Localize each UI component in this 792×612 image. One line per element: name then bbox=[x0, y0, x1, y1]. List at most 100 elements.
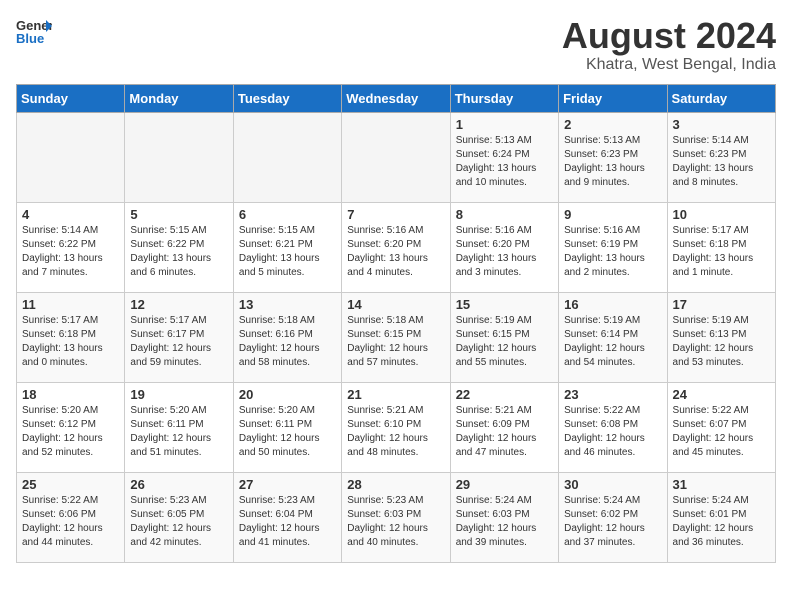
day-detail: Sunrise: 5:17 AM Sunset: 6:18 PM Dayligh… bbox=[673, 224, 770, 280]
day-detail: Sunrise: 5:19 AM Sunset: 6:14 PM Dayligh… bbox=[564, 314, 661, 370]
calendar-cell: 20Sunrise: 5:20 AM Sunset: 6:11 PM Dayli… bbox=[233, 382, 341, 472]
day-number: 28 bbox=[347, 477, 444, 492]
calendar-cell: 9 Sunrise: 5:16 AM Sunset: 6:19 PM Daylig… bbox=[559, 202, 667, 292]
day-number: 4 bbox=[22, 207, 119, 222]
calendar-cell: 19 Sunrise: 5:20 AM Sunset: 6:11 PM Dayli… bbox=[125, 382, 233, 472]
day-detail: Sunrise: 5:19 AM Sunset: 6:13 PM Dayligh… bbox=[673, 314, 770, 370]
day-detail: Sunrise: 5:17 AM Sunset: 6:18 PM Dayligh… bbox=[22, 314, 119, 370]
day-number: 12 bbox=[130, 297, 227, 312]
calendar-cell: 16 Sunrise: 5:19 AM Sunset: 6:14 PM Dayli… bbox=[559, 292, 667, 382]
day-number: 17 bbox=[673, 297, 770, 312]
day-detail: Sunrise: 5:23 AM Sunset: 6:05 PM Dayligh… bbox=[130, 494, 227, 550]
calendar-cell: 30 Sunrise: 5:24 AM Sunset: 6:02 PM Dayli… bbox=[559, 472, 667, 562]
day-number: 2 bbox=[564, 117, 661, 132]
calendar-week-row: 1 Sunrise: 5:13 AM Sunset: 6:24 PM Daylig… bbox=[17, 112, 776, 202]
day-number: 20 bbox=[239, 387, 336, 402]
day-number: 5 bbox=[130, 207, 227, 222]
column-header-thursday: Thursday bbox=[450, 84, 558, 112]
calendar-cell bbox=[17, 112, 125, 202]
logo: General Blue bbox=[16, 16, 52, 46]
day-number: 1 bbox=[456, 117, 553, 132]
day-detail: Sunrise: 5:23 AM Sunset: 6:03 PM Dayligh… bbox=[347, 494, 444, 550]
day-number: 7 bbox=[347, 207, 444, 222]
column-header-monday: Monday bbox=[125, 84, 233, 112]
page-header: General Blue August 2024 Khatra, West Be… bbox=[16, 16, 776, 74]
column-header-sunday: Sunday bbox=[17, 84, 125, 112]
calendar-cell: 29Sunrise: 5:24 AM Sunset: 6:03 PM Dayli… bbox=[450, 472, 558, 562]
calendar-cell: 23 Sunrise: 5:22 AM Sunset: 6:08 PM Dayli… bbox=[559, 382, 667, 472]
day-number: 15 bbox=[456, 297, 553, 312]
day-number: 9 bbox=[564, 207, 661, 222]
day-number: 11 bbox=[22, 297, 119, 312]
calendar-cell: 12 Sunrise: 5:17 AM Sunset: 6:17 PM Dayli… bbox=[125, 292, 233, 382]
calendar-cell: 5 Sunrise: 5:15 AM Sunset: 6:22 PM Daylig… bbox=[125, 202, 233, 292]
day-detail: Sunrise: 5:18 AM Sunset: 6:15 PM Dayligh… bbox=[347, 314, 444, 370]
day-detail: Sunrise: 5:15 AM Sunset: 6:22 PM Dayligh… bbox=[130, 224, 227, 280]
day-number: 8 bbox=[456, 207, 553, 222]
calendar-cell: 1 Sunrise: 5:13 AM Sunset: 6:24 PM Daylig… bbox=[450, 112, 558, 202]
day-number: 3 bbox=[673, 117, 770, 132]
day-detail: Sunrise: 5:17 AM Sunset: 6:17 PM Dayligh… bbox=[130, 314, 227, 370]
day-detail: Sunrise: 5:20 AM Sunset: 6:12 PM Dayligh… bbox=[22, 404, 119, 460]
day-number: 22 bbox=[456, 387, 553, 402]
calendar-cell: 11 Sunrise: 5:17 AM Sunset: 6:18 PM Dayli… bbox=[17, 292, 125, 382]
day-detail: Sunrise: 5:22 AM Sunset: 6:06 PM Dayligh… bbox=[22, 494, 119, 550]
calendar-cell: 22Sunrise: 5:21 AM Sunset: 6:09 PM Dayli… bbox=[450, 382, 558, 472]
day-detail: Sunrise: 5:16 AM Sunset: 6:20 PM Dayligh… bbox=[347, 224, 444, 280]
calendar-cell: 7 Sunrise: 5:16 AM Sunset: 6:20 PM Daylig… bbox=[342, 202, 450, 292]
calendar-cell: 26 Sunrise: 5:23 AM Sunset: 6:05 PM Dayli… bbox=[125, 472, 233, 562]
calendar-cell: 31 Sunrise: 5:24 AM Sunset: 6:01 PM Dayli… bbox=[667, 472, 775, 562]
calendar-cell: 8Sunrise: 5:16 AM Sunset: 6:20 PM Daylig… bbox=[450, 202, 558, 292]
day-number: 30 bbox=[564, 477, 661, 492]
calendar-week-row: 4 Sunrise: 5:14 AM Sunset: 6:22 PM Daylig… bbox=[17, 202, 776, 292]
calendar-table: SundayMondayTuesdayWednesdayThursdayFrid… bbox=[16, 84, 776, 563]
calendar-cell: 28 Sunrise: 5:23 AM Sunset: 6:03 PM Dayli… bbox=[342, 472, 450, 562]
day-number: 21 bbox=[347, 387, 444, 402]
svg-text:Blue: Blue bbox=[16, 31, 44, 46]
day-detail: Sunrise: 5:15 AM Sunset: 6:21 PM Dayligh… bbox=[239, 224, 336, 280]
day-number: 16 bbox=[564, 297, 661, 312]
day-detail: Sunrise: 5:22 AM Sunset: 6:07 PM Dayligh… bbox=[673, 404, 770, 460]
day-number: 13 bbox=[239, 297, 336, 312]
day-number: 23 bbox=[564, 387, 661, 402]
day-detail: Sunrise: 5:22 AM Sunset: 6:08 PM Dayligh… bbox=[564, 404, 661, 460]
calendar-cell bbox=[125, 112, 233, 202]
calendar-week-row: 25 Sunrise: 5:22 AM Sunset: 6:06 PM Dayli… bbox=[17, 472, 776, 562]
calendar-cell: 27 Sunrise: 5:23 AM Sunset: 6:04 PM Dayli… bbox=[233, 472, 341, 562]
calendar-header-row: SundayMondayTuesdayWednesdayThursdayFrid… bbox=[17, 84, 776, 112]
day-detail: Sunrise: 5:20 AM Sunset: 6:11 PM Dayligh… bbox=[130, 404, 227, 460]
day-number: 18 bbox=[22, 387, 119, 402]
calendar-cell: 6 Sunrise: 5:15 AM Sunset: 6:21 PM Daylig… bbox=[233, 202, 341, 292]
month-title: August 2024 bbox=[562, 16, 776, 56]
day-detail: Sunrise: 5:14 AM Sunset: 6:23 PM Dayligh… bbox=[673, 134, 770, 190]
calendar-cell: 25 Sunrise: 5:22 AM Sunset: 6:06 PM Dayli… bbox=[17, 472, 125, 562]
day-number: 6 bbox=[239, 207, 336, 222]
calendar-week-row: 11 Sunrise: 5:17 AM Sunset: 6:18 PM Dayli… bbox=[17, 292, 776, 382]
day-detail: Sunrise: 5:13 AM Sunset: 6:24 PM Dayligh… bbox=[456, 134, 553, 190]
day-number: 26 bbox=[130, 477, 227, 492]
day-detail: Sunrise: 5:24 AM Sunset: 6:01 PM Dayligh… bbox=[673, 494, 770, 550]
column-header-friday: Friday bbox=[559, 84, 667, 112]
day-number: 27 bbox=[239, 477, 336, 492]
calendar-cell: 18 Sunrise: 5:20 AM Sunset: 6:12 PM Dayli… bbox=[17, 382, 125, 472]
calendar-cell: 21Sunrise: 5:21 AM Sunset: 6:10 PM Dayli… bbox=[342, 382, 450, 472]
logo-icon: General Blue bbox=[16, 16, 52, 46]
calendar-cell: 17 Sunrise: 5:19 AM Sunset: 6:13 PM Dayli… bbox=[667, 292, 775, 382]
calendar-cell: 14Sunrise: 5:18 AM Sunset: 6:15 PM Dayli… bbox=[342, 292, 450, 382]
calendar-cell: 24 Sunrise: 5:22 AM Sunset: 6:07 PM Dayli… bbox=[667, 382, 775, 472]
calendar-cell bbox=[342, 112, 450, 202]
day-detail: Sunrise: 5:23 AM Sunset: 6:04 PM Dayligh… bbox=[239, 494, 336, 550]
day-detail: Sunrise: 5:14 AM Sunset: 6:22 PM Dayligh… bbox=[22, 224, 119, 280]
day-detail: Sunrise: 5:18 AM Sunset: 6:16 PM Dayligh… bbox=[239, 314, 336, 370]
day-detail: Sunrise: 5:16 AM Sunset: 6:19 PM Dayligh… bbox=[564, 224, 661, 280]
location-subtitle: Khatra, West Bengal, India bbox=[562, 56, 776, 74]
day-detail: Sunrise: 5:24 AM Sunset: 6:02 PM Dayligh… bbox=[564, 494, 661, 550]
day-number: 31 bbox=[673, 477, 770, 492]
day-number: 19 bbox=[130, 387, 227, 402]
calendar-cell bbox=[233, 112, 341, 202]
calendar-cell: 15Sunrise: 5:19 AM Sunset: 6:15 PM Dayli… bbox=[450, 292, 558, 382]
column-header-tuesday: Tuesday bbox=[233, 84, 341, 112]
calendar-cell: 2Sunrise: 5:13 AM Sunset: 6:23 PM Daylig… bbox=[559, 112, 667, 202]
day-number: 25 bbox=[22, 477, 119, 492]
day-number: 24 bbox=[673, 387, 770, 402]
